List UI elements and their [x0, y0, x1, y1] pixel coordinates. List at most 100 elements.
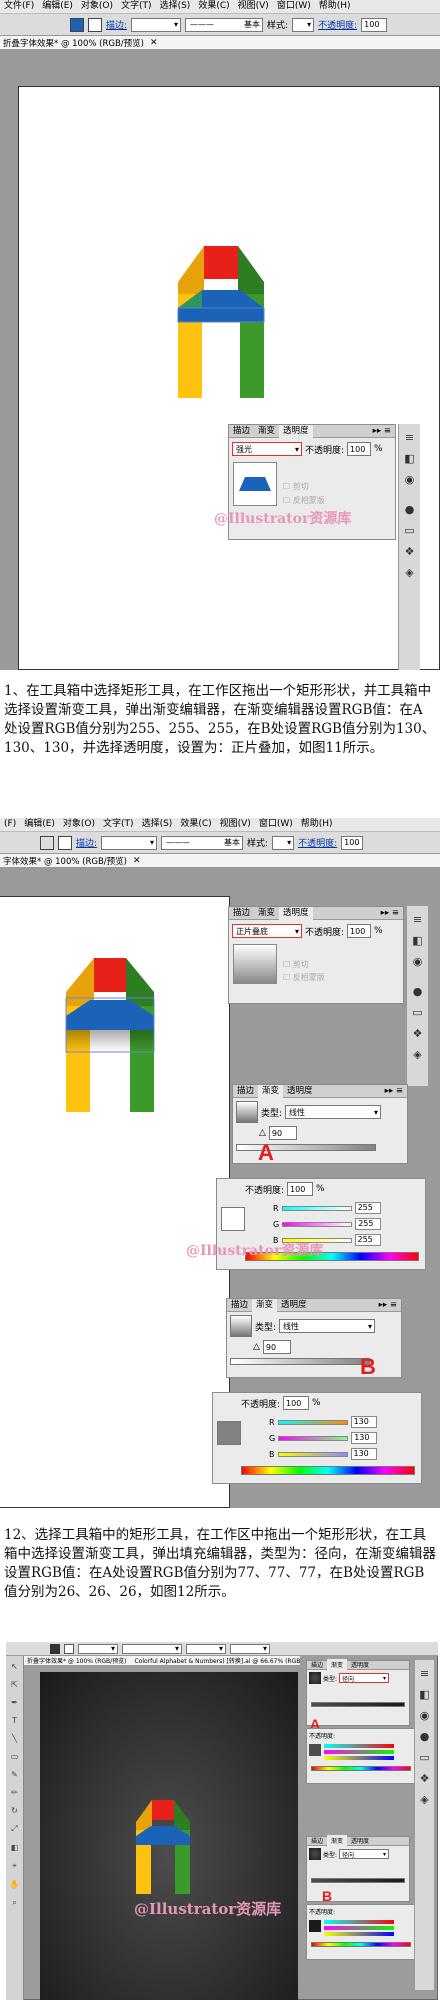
invert-mask-checkbox[interactable]: ☐ 反相蒙版	[283, 971, 325, 984]
layers-icon[interactable]: ◈	[417, 1791, 433, 1807]
pen-tool-icon[interactable]: ✒	[11, 1698, 18, 1707]
stroke-label[interactable]: 描边:	[106, 18, 127, 31]
gradient-slider[interactable]	[236, 1144, 376, 1151]
brush-tool-icon[interactable]: ✎	[11, 1770, 18, 1779]
menu-file[interactable]: 文件(F)	[0, 0, 38, 13]
thumbnail[interactable]	[233, 944, 277, 984]
stroke-swatch-icon[interactable]	[58, 835, 72, 850]
menu-help[interactable]: 帮助(H)	[297, 818, 337, 831]
tab-gradient[interactable]: 渐变	[254, 907, 279, 920]
document-tab[interactable]: 折叠字体效果* @ 100% (RGB/预览) ✕	[0, 36, 440, 50]
b-value-input[interactable]: 255	[354, 1234, 381, 1246]
color-swatch[interactable]	[221, 1207, 245, 1231]
pencil-tool-icon[interactable]: ✏	[11, 1788, 18, 1797]
opacity-label[interactable]: 不透明度:	[318, 18, 357, 31]
menu-view[interactable]: 视图(V)	[234, 0, 273, 13]
stroke-weight-dropdown[interactable]: ▾	[101, 835, 158, 850]
tab-stroke[interactable]: 描边	[229, 907, 254, 920]
symbol-icon[interactable]: ❖	[410, 1025, 426, 1041]
r-value-input[interactable]: 130	[350, 1416, 377, 1428]
color-spectrum[interactable]	[241, 1466, 415, 1475]
angle-input[interactable]: 90	[262, 1340, 291, 1354]
clip-checkbox[interactable]: ☐ 剪切	[283, 480, 325, 494]
gradient-swatch[interactable]	[309, 1672, 321, 1684]
rotate-tool-icon[interactable]: ↻	[11, 1806, 18, 1815]
brush-dropdown[interactable]: ▾	[122, 1643, 182, 1654]
menu-select[interactable]: 选择(S)	[156, 0, 195, 13]
color-swatch[interactable]	[217, 1421, 241, 1445]
tab-transparency[interactable]: 透明度	[347, 1659, 373, 1672]
menu-edit[interactable]: 编辑(E)	[38, 0, 77, 13]
layers-icon[interactable]: ◈	[410, 1046, 426, 1062]
menu-effect[interactable]: 效果(C)	[194, 0, 233, 13]
stroke-swatch-icon[interactable]	[88, 17, 102, 32]
tab-transparency[interactable]: 透明度	[283, 1085, 317, 1098]
menu-window[interactable]: 窗口(W)	[255, 818, 297, 831]
document-tab-2[interactable]: 字体效果* @ 100% (RGB/预览) ✕	[0, 854, 440, 868]
opacity-label[interactable]: 不透明度:	[298, 836, 337, 849]
fill-swatch-icon[interactable]	[40, 835, 54, 850]
menu-window[interactable]: 窗口(W)	[273, 0, 315, 13]
angle-input[interactable]: 90	[268, 1126, 297, 1140]
opacity-input[interactable]: 100	[361, 17, 388, 32]
style-dropdown[interactable]: ▾	[292, 17, 315, 32]
circle-icon[interactable]: ●	[402, 501, 418, 517]
document-tabs-3[interactable]: 折叠字体效果* @ 100% (RGB/预览) Colorful Alphabe…	[24, 1656, 300, 1666]
opacity-input[interactable]: 100	[283, 1396, 310, 1410]
tab-transparency[interactable]: 透明度	[279, 906, 313, 920]
opacity-input[interactable]: 100	[347, 442, 372, 456]
fill-swatch-icon[interactable]	[50, 1643, 60, 1654]
panel-menu-icon[interactable]: ▸▸ ≡	[381, 1085, 407, 1098]
menu-effect[interactable]: 效果(C)	[176, 818, 215, 831]
menu-lines-icon[interactable]: ≡	[417, 1665, 433, 1681]
style-dropdown[interactable]: ▾	[272, 835, 295, 850]
menu-object[interactable]: 对象(O)	[59, 818, 99, 831]
gradient-tool-icon[interactable]: ◧	[11, 1843, 19, 1852]
gradient-type-dropdown[interactable]: 径向 ▾	[339, 1849, 390, 1859]
gradient-swatch[interactable]	[309, 1848, 321, 1860]
rect-tool-icon[interactable]: ▭	[11, 1752, 19, 1761]
menu-view[interactable]: 视图(V)	[216, 818, 255, 831]
gradient-tool-icon[interactable]: ◧	[410, 932, 426, 948]
tab-transparency[interactable]: 透明度	[347, 1835, 373, 1848]
color-swatch[interactable]	[309, 1920, 321, 1932]
circle-icon[interactable]: ●	[410, 983, 426, 999]
tab-stroke[interactable]: 描边	[307, 1659, 327, 1672]
appearance-icon[interactable]: ▭	[410, 1004, 426, 1020]
tab-transparency[interactable]: 透明度	[279, 424, 313, 438]
menu-lines-icon[interactable]: ≡	[402, 429, 418, 445]
brush-dropdown[interactable]: ——— 基本	[185, 17, 264, 32]
color-spectrum[interactable]	[311, 1766, 411, 1771]
menu-select[interactable]: 选择(S)	[138, 818, 177, 831]
tab-gradient[interactable]: 渐变	[327, 1658, 348, 1672]
scale-tool-icon[interactable]: ⤢	[11, 1824, 17, 1834]
zoom-tool-icon[interactable]: ⌕	[12, 1898, 16, 1908]
stroke-label[interactable]: 描边:	[76, 836, 97, 849]
style-dropdown[interactable]: ▾	[186, 1643, 226, 1654]
tab-transparency[interactable]: 透明度	[277, 1299, 311, 1312]
gradient-tool-icon[interactable]: ◧	[402, 450, 418, 466]
color-swatch[interactable]	[309, 1744, 321, 1756]
gradient-slider[interactable]	[230, 1358, 370, 1365]
layers-icon[interactable]: ◈	[402, 564, 418, 580]
clip-checkbox[interactable]: ☐ 剪切	[283, 958, 325, 971]
gradient-slider[interactable]	[311, 1878, 405, 1883]
g-value-input[interactable]: 255	[355, 1218, 382, 1230]
tab-stroke[interactable]: 描边	[229, 425, 254, 438]
gradient-type-dropdown[interactable]: 径向 ▾	[339, 1673, 390, 1683]
appearance-icon[interactable]: ▭	[402, 522, 418, 538]
tab-gradient[interactable]: 渐变	[327, 1834, 348, 1848]
r-value-input[interactable]: 255	[354, 1202, 381, 1214]
transparency-tool-icon[interactable]: ◉	[402, 471, 418, 487]
close-icon[interactable]: ✕	[133, 856, 141, 866]
stroke-weight-dropdown[interactable]: ▾	[131, 17, 182, 32]
thumbnail[interactable]	[233, 462, 277, 506]
panel-menu-icon[interactable]: ▸▸ ≡	[375, 1299, 401, 1312]
panel-menu-icon[interactable]: ▸▸ ≡	[377, 907, 403, 920]
symbol-icon[interactable]: ❖	[417, 1770, 433, 1786]
tab-gradient[interactable]: 渐变	[254, 425, 279, 438]
gradient-slider[interactable]	[311, 1702, 405, 1707]
opacity-input[interactable]: 100	[347, 924, 372, 938]
tab-gradient[interactable]: 渐变	[252, 1298, 278, 1312]
gradient-swatch[interactable]	[236, 1101, 258, 1123]
